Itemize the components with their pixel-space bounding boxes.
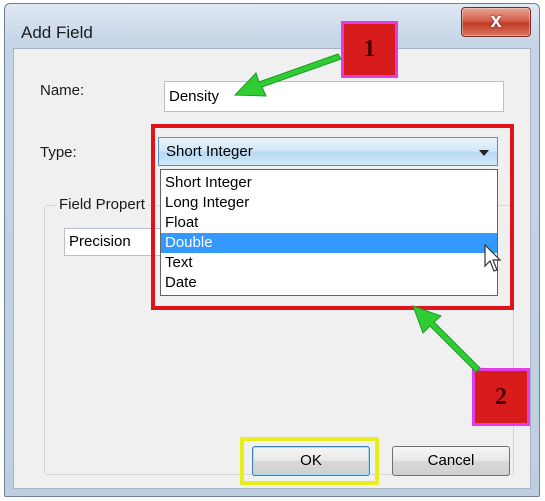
callout-1: 1 — [341, 21, 398, 78]
name-field[interactable]: Density — [164, 81, 504, 112]
close-icon: x — [490, 10, 502, 32]
name-field-value: Density — [169, 88, 220, 105]
type-highlight-box — [151, 124, 514, 310]
callout-2: 2 — [472, 368, 530, 426]
field-properties-label: Field Propert — [56, 196, 148, 213]
ok-highlight-box — [240, 437, 379, 485]
cancel-button[interactable]: Cancel — [392, 446, 510, 476]
close-button[interactable]: x — [461, 7, 531, 37]
type-label: Type: — [40, 144, 77, 161]
callout-2-number: 2 — [495, 384, 507, 410]
precision-label: Precision — [69, 233, 131, 250]
name-label: Name: — [40, 82, 85, 99]
callout-1-number: 1 — [363, 36, 376, 62]
dialog-title: Add Field — [21, 23, 93, 42]
title-bar[interactable]: Add Field x — [5, 4, 539, 46]
